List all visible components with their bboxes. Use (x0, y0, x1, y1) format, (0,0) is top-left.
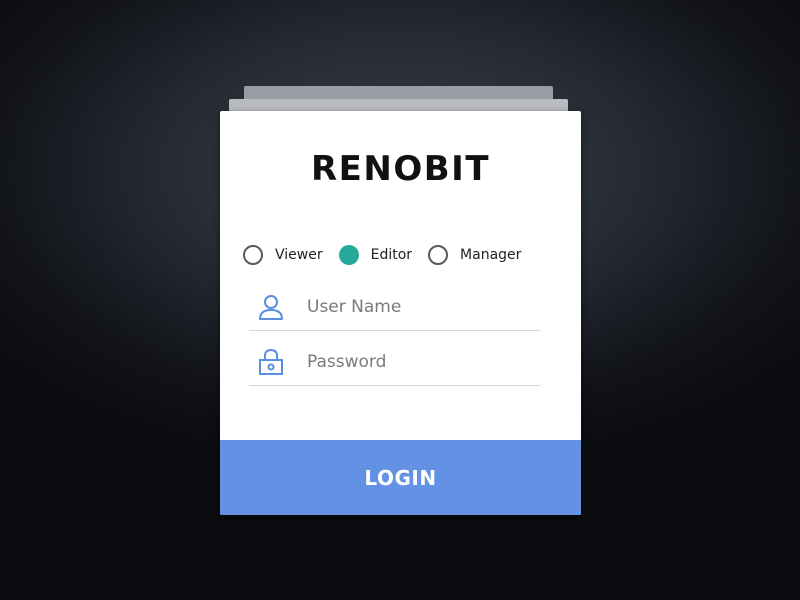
role-option-viewer[interactable]: Viewer (243, 245, 323, 265)
radio-viewer[interactable] (243, 245, 263, 265)
role-label-viewer: Viewer (275, 247, 323, 263)
role-label-editor: Editor (370, 247, 413, 263)
login-button[interactable]: LOGIN (220, 440, 581, 515)
password-input[interactable] (307, 351, 527, 372)
username-field (249, 283, 540, 331)
role-selector: Viewer Editor Manager (243, 244, 563, 266)
user-icon (257, 293, 285, 321)
password-field (249, 338, 540, 386)
username-input[interactable] (307, 296, 527, 317)
radio-editor[interactable] (338, 245, 359, 265)
login-card: RENOBIT Viewer Editor Manager User Name … (220, 111, 581, 515)
role-label-manager: Manager (460, 247, 522, 263)
renobit-logo: RENOBIT (310, 149, 491, 189)
lock-icon (257, 348, 285, 376)
radio-manager[interactable] (428, 245, 449, 265)
role-option-manager[interactable]: Manager (428, 245, 521, 265)
role-option-editor[interactable]: Editor (338, 245, 413, 265)
